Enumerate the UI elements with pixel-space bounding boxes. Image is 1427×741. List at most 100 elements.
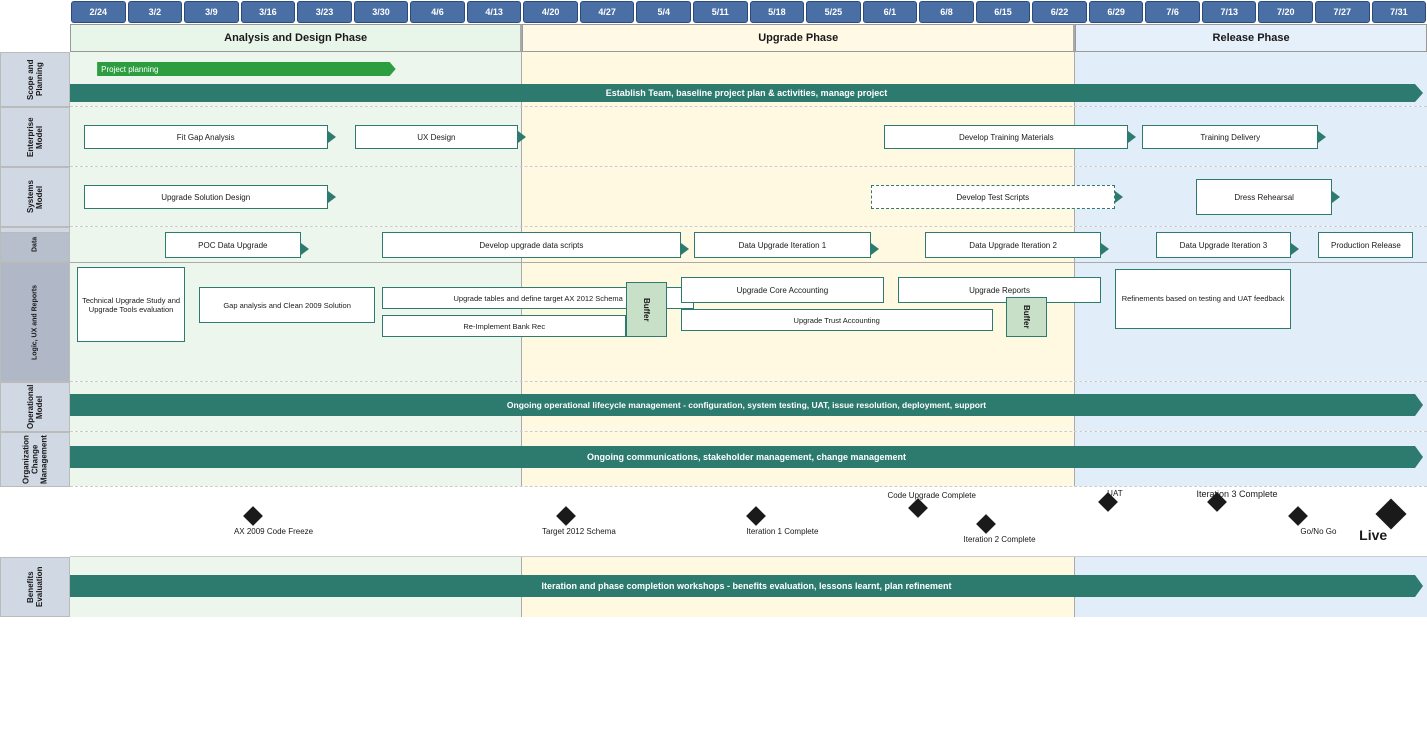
benefits-row: Iteration and phase completion workshops… <box>70 557 1427 617</box>
date-5-4: 5/4 <box>636 1 691 23</box>
establish-team-bar: Establish Team, baseline project plan & … <box>70 84 1423 102</box>
date-5-11: 5/11 <box>693 1 748 23</box>
tech-labels: Data Logic, UX and Reports <box>0 227 70 382</box>
date-6-29: 6/29 <box>1089 1 1144 23</box>
live-diamond <box>1375 498 1406 529</box>
date-7-6: 7/6 <box>1145 1 1200 23</box>
date-7-13: 7/13 <box>1202 1 1257 23</box>
operational-label: Operational Model <box>0 382 70 432</box>
develop-scripts-bar: Develop upgrade data scripts <box>382 232 681 258</box>
target-schema-label: Target 2012 Schema <box>491 527 667 536</box>
iter3-arrow <box>1291 243 1299 255</box>
data-iter2-bar: Data Upgrade Iteration 2 <box>925 232 1101 258</box>
live-label: Live <box>1359 527 1387 543</box>
date-3-16: 3/16 <box>241 1 296 23</box>
training-delivery-bar: Training Delivery <box>1142 125 1318 149</box>
gonogo-diamond <box>1288 506 1308 526</box>
upgrade-reports-bar: Upgrade Reports <box>898 277 1102 303</box>
iter3-label: Iteration 3 Complete <box>1156 489 1319 499</box>
buffer1-bar: Buffer <box>626 282 667 337</box>
ux-arrow <box>518 131 526 143</box>
iter2-diamond <box>976 514 996 534</box>
training-arrow <box>1128 131 1136 143</box>
upgrade-solution-bar: Upgrade Solution Design <box>84 185 328 209</box>
date-3-30: 3/30 <box>354 1 409 23</box>
gantt-chart: 2/243/23/93/163/233/304/64/134/204/275/4… <box>0 0 1427 741</box>
poc-data-bar: POC Data Upgrade <box>165 232 301 258</box>
gap-analysis-bar: Gap analysis and Clean 2009 Solution <box>199 287 375 323</box>
date-3-9: 3/9 <box>184 1 239 23</box>
systems-label: Systems Model <box>0 167 70 227</box>
iter1-diamond <box>746 506 766 526</box>
re-implement-bar: Re-Implement Bank Rec <box>382 315 626 337</box>
milestones-row: AX 2009 Code Freeze Target 2012 Schema I… <box>70 487 1427 557</box>
date-4-13: 4/13 <box>467 1 522 23</box>
develop-training-bar: Develop Training Materials <box>884 125 1128 149</box>
org-change-row: Ongoing communications, stakeholder mana… <box>70 432 1427 487</box>
iter1-label: Iteration 1 Complete <box>694 527 870 536</box>
phase-upgrade: Upgrade Phase <box>522 24 1075 52</box>
develop-test-bar: Develop Test Scripts <box>871 185 1115 209</box>
upgrade-core-bar: Upgrade Core Accounting <box>681 277 885 303</box>
ux-design-bar: UX Design <box>355 125 518 149</box>
enterprise-row: Fit Gap Analysis UX Design Develop Train… <box>70 107 1427 167</box>
technology-row: POC Data Upgrade Develop upgrade data sc… <box>70 227 1427 382</box>
target-schema-diamond <box>556 506 576 526</box>
date-6-15: 6/15 <box>976 1 1031 23</box>
date-5-18: 5/18 <box>750 1 805 23</box>
iter2-label: Iteration 2 Complete <box>911 535 1087 544</box>
training-delivery-arrow <box>1318 131 1326 143</box>
ongoing-comms-bar: Ongoing communications, stakeholder mana… <box>70 446 1423 468</box>
code-upgrade-diamond <box>908 498 928 518</box>
date-4-6: 4/6 <box>410 1 465 23</box>
tech-upgrade-bar: Technical Upgrade Study and Upgrade Tool… <box>77 267 186 342</box>
row-labels: Scope and Planning Enterprise Model Syst… <box>0 52 70 741</box>
dress-arrow <box>1332 191 1340 203</box>
upgrade-trust-bar: Upgrade Trust Accounting <box>681 309 993 331</box>
technology-outer-label <box>0 227 70 233</box>
upgrade-solution-arrow <box>328 191 336 203</box>
logix-label: Logic, UX and Reports <box>0 262 70 382</box>
ax2009-diamond <box>244 506 264 526</box>
date-4-27: 4/27 <box>580 1 635 23</box>
date-5-25: 5/25 <box>806 1 861 23</box>
date-6-1: 6/1 <box>863 1 918 23</box>
fit-gap-bar: Fit Gap Analysis <box>84 125 328 149</box>
date-2-24: 2/24 <box>71 1 126 23</box>
poc-arrow <box>301 243 309 255</box>
date-6-8: 6/8 <box>919 1 974 23</box>
systems-row: Upgrade Solution Design Develop Test Scr… <box>70 167 1427 227</box>
date-7-20: 7/20 <box>1258 1 1313 23</box>
scope-row: Project planning Establish Team, baselin… <box>70 52 1427 107</box>
operational-row: Ongoing operational lifecycle management… <box>70 382 1427 432</box>
date-4-20: 4/20 <box>523 1 578 23</box>
tech-divider <box>70 262 1427 263</box>
date-3-2: 3/2 <box>128 1 183 23</box>
scripts-arrow <box>681 243 689 255</box>
production-release-bar: Production Release <box>1318 232 1413 258</box>
org-change-label: Organization Change Management <box>0 432 70 487</box>
project-planning-bar: Project planning <box>97 62 396 76</box>
iter2-arrow <box>1101 243 1109 255</box>
date-6-22: 6/22 <box>1032 1 1087 23</box>
milestones-label <box>0 487 70 557</box>
iteration-workshops-bar: Iteration and phase completion workshops… <box>70 575 1423 597</box>
iter1-arrow <box>871 243 879 255</box>
date-header: 2/243/23/93/163/233/304/64/134/204/275/4… <box>70 0 1427 24</box>
refinements-bar: Refinements based on testing and UAT fee… <box>1115 269 1291 329</box>
ongoing-operational-bar: Ongoing operational lifecycle management… <box>70 394 1423 416</box>
data-iter3-bar: Data Upgrade Iteration 3 <box>1156 232 1292 258</box>
dress-rehearsal-bar: Dress Rehearsal <box>1196 179 1332 215</box>
phase-release: Release Phase <box>1075 24 1427 52</box>
buffer2-bar: Buffer <box>1006 297 1047 337</box>
phase-analysis: Analysis and Design Phase <box>70 24 522 52</box>
date-3-23: 3/23 <box>297 1 352 23</box>
ax2009-label: AX 2009 Code Freeze <box>179 527 369 536</box>
data-iter1-bar: Data Upgrade Iteration 1 <box>694 232 870 258</box>
uat-label: UAT <box>1061 489 1170 498</box>
phase-header: Analysis and Design Phase Upgrade Phase … <box>70 24 1427 52</box>
fit-gap-arrow <box>328 131 336 143</box>
benefits-label: Benefits Evaluation <box>0 557 70 617</box>
scope-label: Scope and Planning <box>0 52 70 107</box>
date-7-31: 7/31 <box>1372 1 1427 23</box>
